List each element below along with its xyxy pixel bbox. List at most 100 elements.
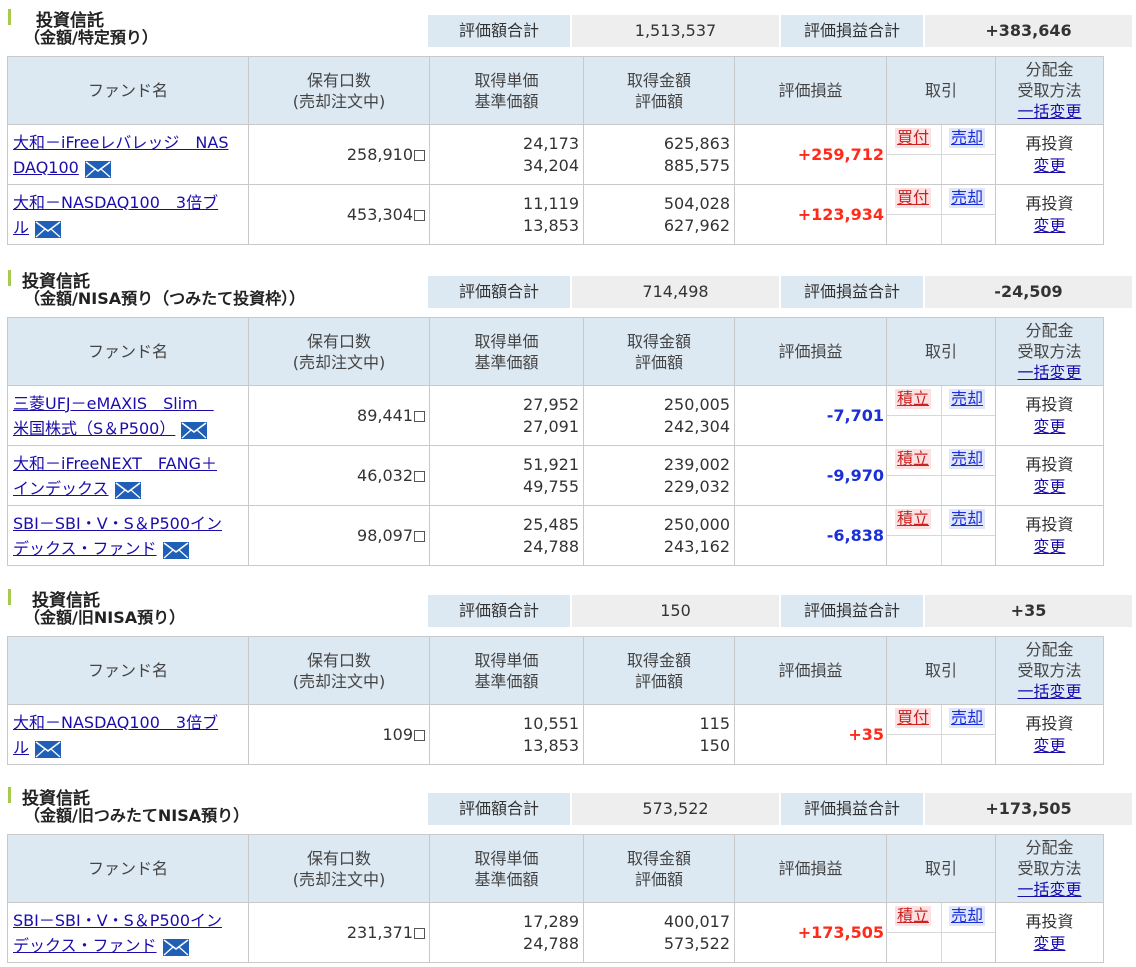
col-cost-text: 取得単価	[474, 848, 539, 868]
change-link[interactable]: 変更	[1033, 537, 1065, 556]
fund-name-link[interactable]: デックス・ファンド	[13, 936, 157, 955]
trade-actions: 買付 売却	[887, 705, 995, 764]
trade-cell: 積立 売却	[886, 445, 996, 506]
sell-button[interactable]: 売却	[949, 188, 986, 208]
table-header-row: ファンド名 保有口数 (売却注文中) 取得単価 基準価額 取得金額 評価額 評価損益 取引 分配金…	[7, 834, 1136, 903]
col-fund-name-text: ファンド名	[87, 342, 168, 361]
bulk-change-link[interactable]: 一括変更	[1017, 880, 1081, 899]
mail-icon[interactable]	[114, 481, 141, 499]
unit-cost: 11,119	[523, 193, 579, 213]
total-value-label: 評価額合計	[428, 595, 570, 627]
distribution-method: 再投資	[1025, 514, 1074, 534]
bulk-change-link[interactable]: 一括変更	[1017, 682, 1081, 701]
col-gain: 評価損益	[734, 636, 887, 705]
fund-name-link[interactable]: インデックス	[13, 479, 109, 498]
mail-icon[interactable]	[162, 938, 189, 956]
cost-amount: 625,863	[663, 133, 730, 153]
col-gain-text: 評価損益	[778, 859, 843, 878]
fund-name-link[interactable]: 米国株式（S＆P500）	[13, 419, 175, 438]
nav-price: 27,091	[523, 416, 579, 436]
trade-cell: 買付 売却	[886, 184, 996, 245]
unit-cost: 27,952	[523, 394, 579, 414]
col-units-text: 保有口数	[306, 650, 371, 670]
fund-name-link[interactable]: SBI－SBI・V・S＆P500イン	[13, 911, 222, 930]
change-link[interactable]: 変更	[1033, 156, 1065, 175]
section-subtitle: （金額/NISA預り（つみたて投資枠））	[24, 289, 306, 308]
sell-button[interactable]: 売却	[949, 906, 986, 926]
mail-icon[interactable]	[181, 421, 208, 439]
total-value: 1,513,537	[572, 15, 779, 47]
sell-button[interactable]: 売却	[949, 509, 986, 529]
col-fund-name-text: ファンド名	[87, 859, 168, 878]
distribution-cell: 再投資 変更	[995, 445, 1104, 506]
mail-icon[interactable]	[84, 160, 111, 178]
buy-button[interactable]: 積立	[895, 449, 932, 469]
fund-name-link[interactable]: 大和－iFreeレバレッジ NAS	[13, 133, 228, 152]
distribution-method: 再投資	[1025, 193, 1074, 213]
trade-actions: 積立 売却	[887, 506, 995, 565]
fund-name-link[interactable]: デックス・ファンド	[13, 539, 157, 558]
total-gain-label: 評価損益合計	[781, 15, 923, 47]
mail-icon[interactable]	[35, 740, 62, 758]
change-link[interactable]: 変更	[1033, 934, 1065, 953]
table-row: 三菱UFJ－eMAXIS Slim 米国株式（S＆P500） 89,441 27,9…	[7, 385, 1136, 446]
units-cell: 453,304	[248, 184, 430, 245]
fund-name-link[interactable]: ル	[13, 218, 29, 237]
table-row: 大和－iFreeNEXT FANG＋ インデックス 46,032 51,921 49,7…	[7, 445, 1136, 506]
change-link[interactable]: 変更	[1033, 736, 1065, 755]
buy-button[interactable]: 積立	[895, 509, 932, 529]
col-cost-text: 取得単価	[474, 331, 539, 351]
units-value: 46,032	[357, 465, 413, 485]
mail-icon[interactable]	[162, 541, 189, 559]
col-distribution-text: 分配金	[1025, 838, 1074, 857]
buy-button[interactable]: 買付	[895, 128, 932, 148]
fund-name-link[interactable]: SBI－SBI・V・S＆P500イン	[13, 514, 222, 533]
unit-box-icon	[414, 410, 425, 422]
change-link[interactable]: 変更	[1033, 477, 1065, 496]
change-link[interactable]: 変更	[1033, 216, 1065, 235]
col-amount-text: 取得金額	[626, 848, 691, 868]
mail-icon[interactable]	[35, 220, 62, 238]
gain-value: +35	[848, 725, 884, 744]
bulk-change-link[interactable]: 一括変更	[1017, 363, 1081, 382]
section-subtitle: （金額/特定預り）	[24, 28, 158, 47]
buy-button[interactable]: 積立	[895, 389, 932, 409]
col-distribution: 分配金受取方法一括変更	[995, 834, 1104, 903]
cost-amount: 250,000	[663, 514, 730, 534]
col-gain: 評価損益	[734, 834, 887, 903]
fund-name-link[interactable]: ル	[13, 738, 29, 757]
sell-button[interactable]: 売却	[949, 128, 986, 148]
sell-button[interactable]: 売却	[949, 389, 986, 409]
col-amount-text: 取得金額	[626, 70, 691, 90]
divider	[887, 475, 995, 476]
unit-cost: 17,289	[523, 911, 579, 931]
gain-value: +259,712	[797, 145, 884, 164]
sell-button[interactable]: 売却	[949, 708, 986, 728]
section-header: 投資信託 （金額/旧つみたてNISA預り） 評価額合計 573,522 評価損益合計 +1…	[0, 778, 1136, 833]
change-link[interactable]: 変更	[1033, 417, 1065, 436]
fund-name-link[interactable]: DAQ100	[13, 158, 79, 177]
col-units-text: (売却注文中)	[292, 352, 386, 372]
fund-table: ファンド名 保有口数 (売却注文中) 取得単価 基準価額 取得金額 評価額 評価損益 取引 分配金…	[7, 317, 1136, 566]
col-cost-text: 基準価額	[474, 869, 539, 889]
total-value-label: 評価額合計	[428, 15, 570, 47]
col-cost-text: 取得単価	[474, 70, 539, 90]
sell-button[interactable]: 売却	[949, 449, 986, 469]
fund-name-link[interactable]: 大和－NASDAQ100 3倍ブ	[13, 713, 218, 732]
col-amount: 取得金額 評価額	[583, 56, 735, 125]
buy-button[interactable]: 買付	[895, 188, 932, 208]
trade-actions: 買付 売却	[887, 125, 995, 184]
buy-button[interactable]: 積立	[895, 906, 932, 926]
buy-button[interactable]: 買付	[895, 708, 932, 728]
bulk-change-link[interactable]: 一括変更	[1017, 102, 1081, 121]
col-units: 保有口数 (売却注文中)	[248, 834, 430, 903]
fund-name-link[interactable]: 三菱UFJ－eMAXIS Slim	[13, 394, 214, 413]
fund-name-link[interactable]: 大和－NASDAQ100 3倍ブ	[13, 193, 218, 212]
col-distribution-text: 分配金	[1025, 321, 1074, 340]
gain-value: -6,838	[826, 526, 884, 545]
total-gain-label: 評価損益合計	[781, 793, 923, 825]
col-distribution-text: 受取方法	[1017, 859, 1082, 878]
gain-cell: -9,970	[734, 445, 887, 506]
col-trade-text: 取引	[924, 661, 957, 680]
fund-name-link[interactable]: 大和－iFreeNEXT FANG＋	[13, 454, 217, 473]
